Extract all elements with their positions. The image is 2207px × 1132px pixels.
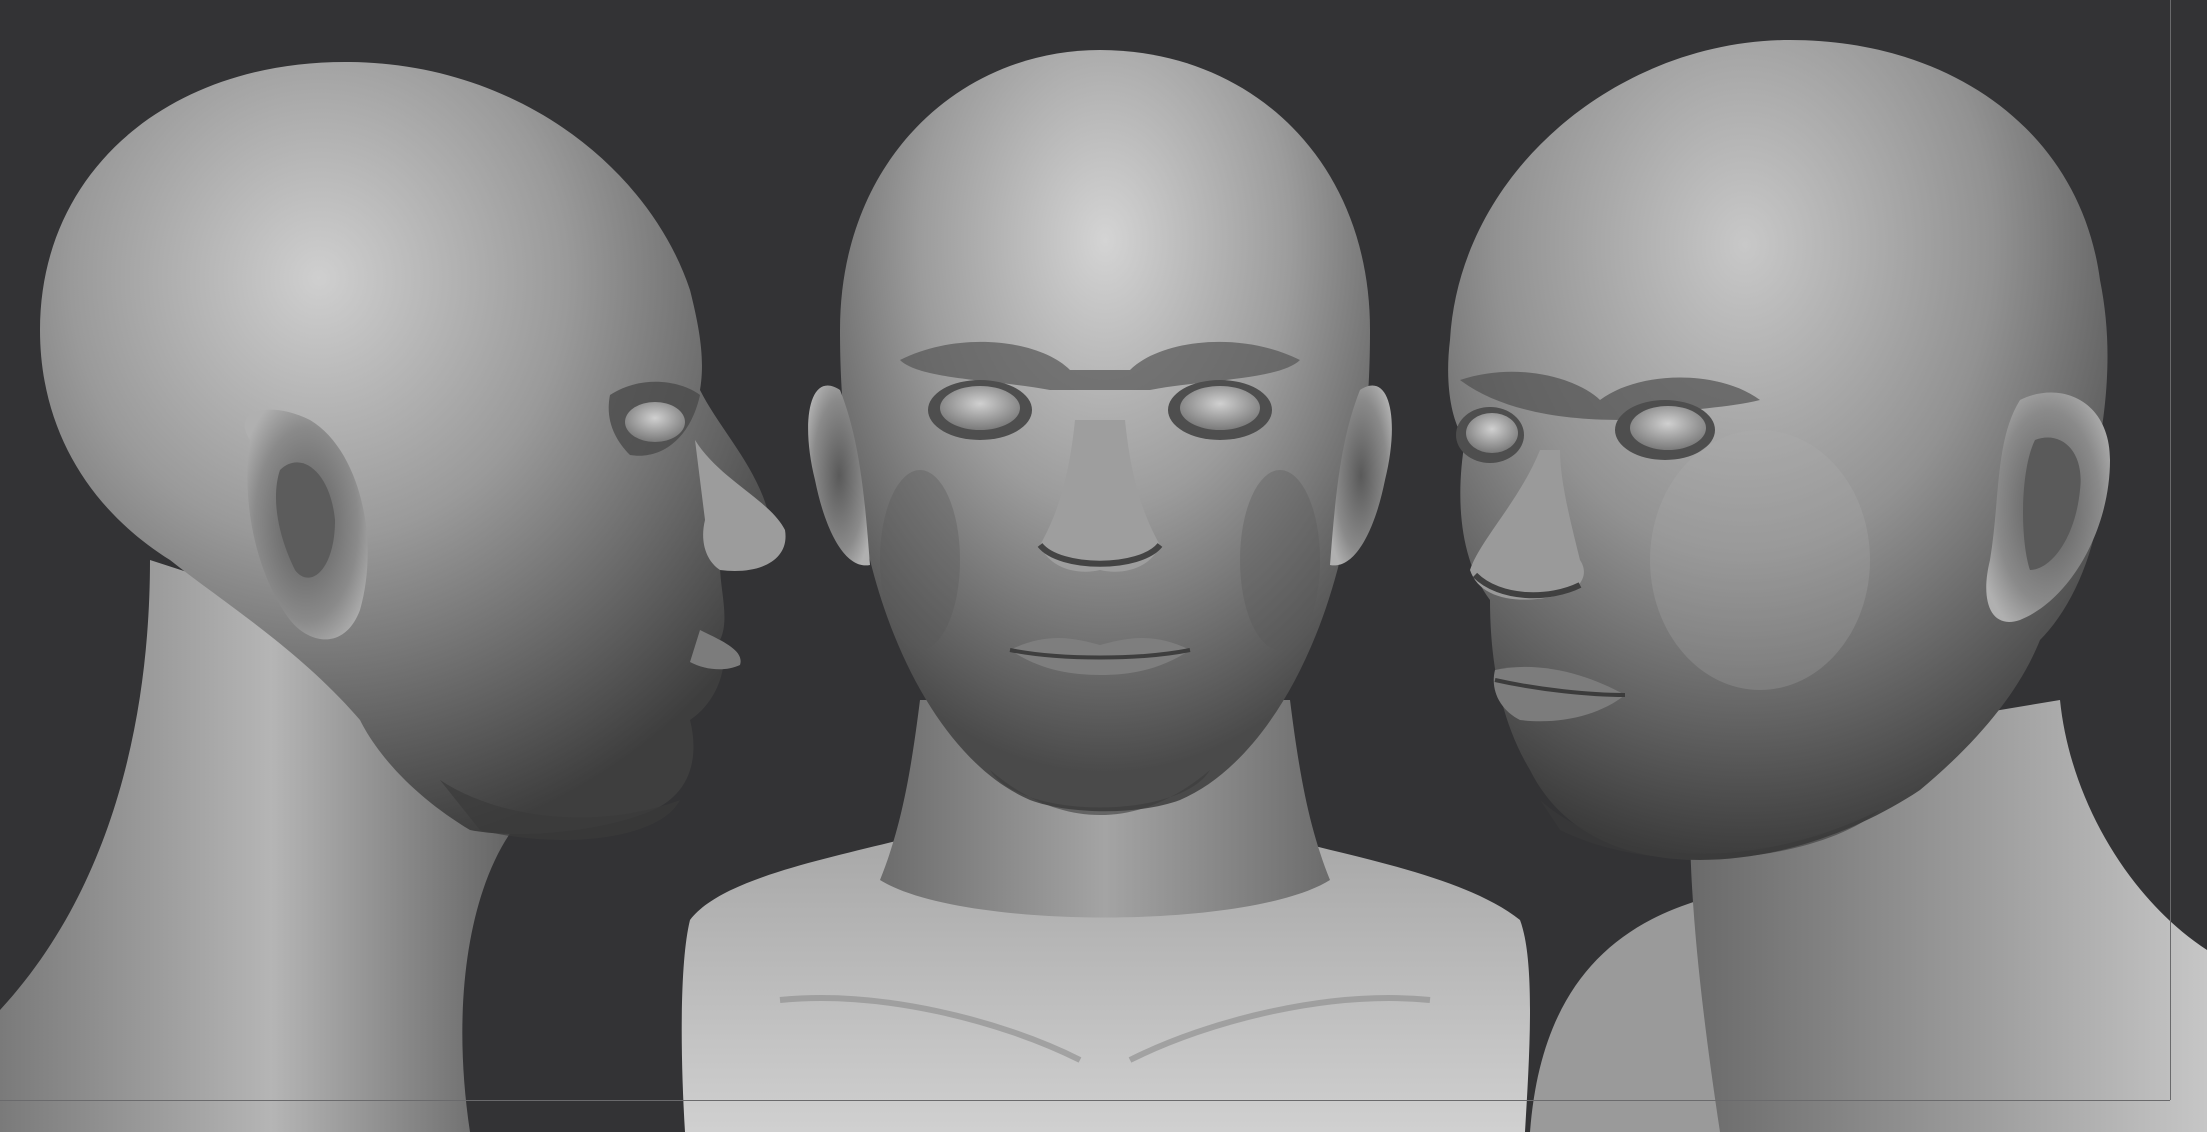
frame-border-right	[2170, 0, 2171, 1100]
head-front	[681, 50, 1530, 1132]
sculpt-render	[0, 40, 2207, 1132]
eye-left	[625, 402, 685, 442]
frame-border-bottom	[0, 1100, 2170, 1101]
head-side-profile	[0, 61, 786, 1132]
viewport-canvas	[0, 0, 2207, 1132]
head-three-quarter	[1448, 40, 2207, 1132]
